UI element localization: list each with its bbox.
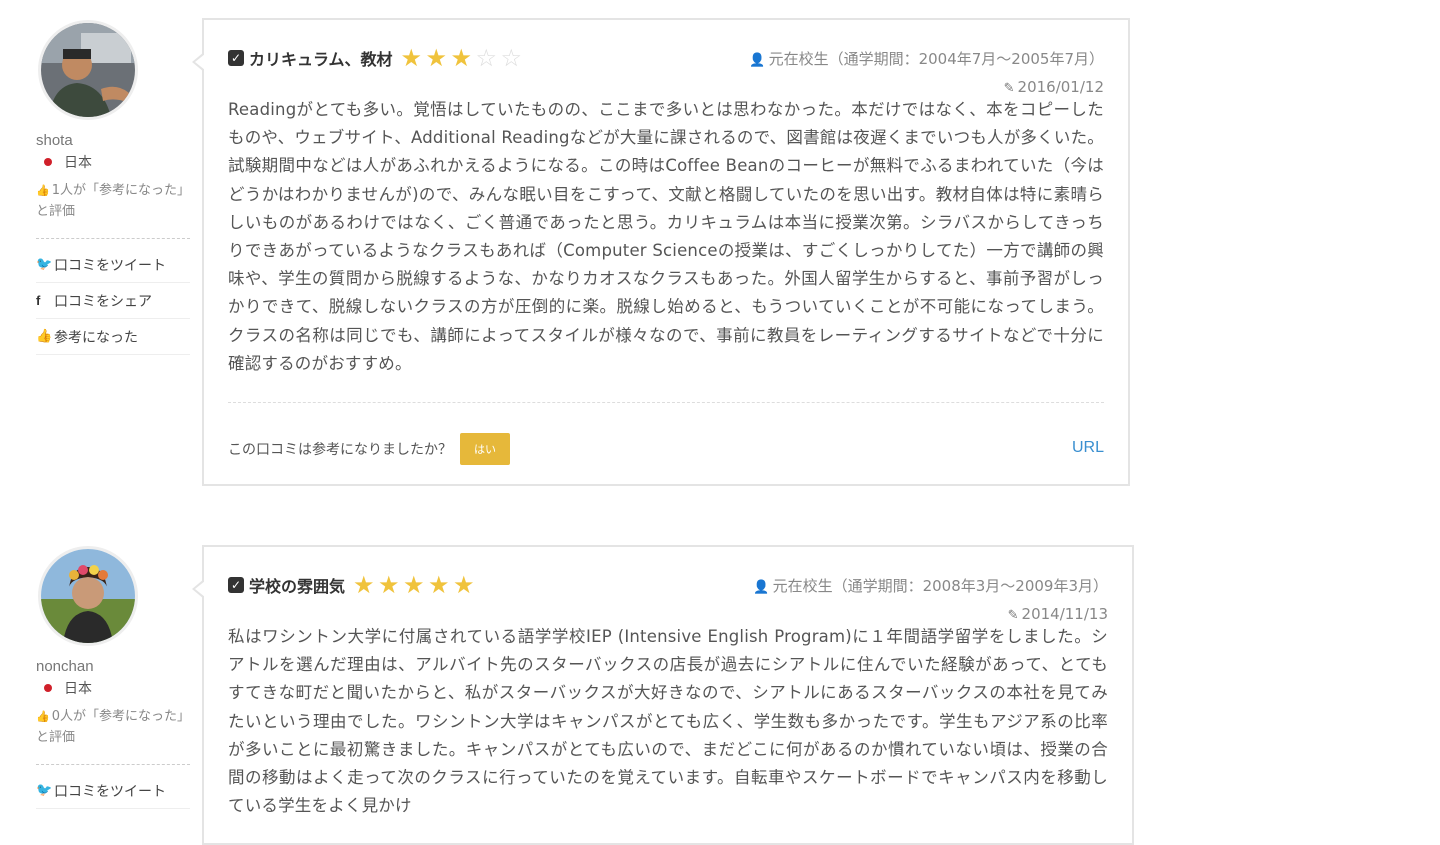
reviewer-info: shota 日本 👍 1人が「参考になった」と評価 🐦 口コミをツイート f 口コ… <box>36 20 190 355</box>
helpful-link[interactable]: 👍 参考になった <box>36 319 190 355</box>
star-rating: ★ ★ ★ ☆ ☆ <box>401 46 526 70</box>
divider <box>36 764 190 765</box>
review-category: ✓ 学校の雰囲気 ★ ★ ★ ★ ★ <box>228 573 478 597</box>
review-date: ✎ 2016/01/12 <box>749 74 1104 102</box>
avatar[interactable] <box>38 20 138 120</box>
star-filled-icon: ★ <box>400 44 423 72</box>
pencil-icon: ✎ <box>1007 608 1019 623</box>
review-footer: この口コミは参考になりましたか？ はい URL <box>228 402 1104 484</box>
star-rating: ★ ★ ★ ★ ★ <box>353 573 478 597</box>
user-icon: 👤 <box>749 53 766 68</box>
japan-flag-icon <box>44 158 52 166</box>
helpful-count-label: 1人が「参考になった」と評価 <box>36 183 190 219</box>
helpful-count: 👍 1人が「参考になった」と評価 <box>36 180 190 222</box>
pencil-icon: ✎ <box>1003 81 1015 96</box>
star-filled-icon: ★ <box>425 44 448 72</box>
country-label: 日本 <box>64 155 92 171</box>
helpful-question: この口コミは参考になりましたか？ はい <box>228 433 510 466</box>
username[interactable]: nonchan <box>36 658 190 675</box>
avatar[interactable] <box>38 546 138 646</box>
helpful-link-label: 参考になった <box>54 329 138 346</box>
star-filled-icon: ★ <box>428 571 450 599</box>
star-filled-icon: ★ <box>450 44 473 72</box>
country-label: 日本 <box>64 681 92 697</box>
star-filled-icon: ★ <box>453 571 475 599</box>
star-filled-icon: ★ <box>378 571 400 599</box>
review-header: ✓ カリキュラム、教材 ★ ★ ★ ☆ ☆ 👤 元在校生（通学期間：2004年7月〜200… <box>228 20 1104 96</box>
star-filled-icon: ★ <box>403 571 425 599</box>
review-body: Readingがとても多い。覚悟はしていたものの、ここまで多いとは思わなかった。… <box>228 100 1104 373</box>
status-label: 元在校生（通学期間：2004年7月〜2005年7月） <box>768 50 1104 68</box>
tweet-review-label: 口コミをツイート <box>54 783 166 800</box>
reviewer-status: 👤 元在校生（通学期間：2004年7月〜2005年7月） <box>749 46 1104 74</box>
japan-flag-icon <box>44 684 52 692</box>
thumbs-up-icon: 👍 <box>36 184 50 197</box>
date-label: 2016/01/12 <box>1017 78 1104 96</box>
tweet-review-label: 口コミをツイート <box>54 257 166 274</box>
category-label: 学校の雰囲気 <box>249 577 346 596</box>
star-filled-icon: ★ <box>353 571 375 599</box>
share-review-label: 口コミをシェア <box>54 293 152 310</box>
review-date: ✎ 2014/11/13 <box>753 601 1108 629</box>
twitter-icon: 🐦 <box>36 783 53 798</box>
country: 日本 <box>36 678 190 698</box>
reviewer-info: nonchan 日本 👍 0人が「参考になった」と評価 🐦 口コミをツイート <box>36 546 190 809</box>
review-category: ✓ カリキュラム、教材 ★ ★ ★ ☆ ☆ <box>228 46 526 70</box>
facebook-icon: f <box>36 293 41 308</box>
thumbs-up-icon: 👍 <box>36 329 53 344</box>
helpful-question-label: この口コミは参考になりましたか？ <box>228 442 452 459</box>
review-card: ✓ カリキュラム、教材 ★ ★ ★ ☆ ☆ 👤 元在校生（通学期間：2004年7月〜200… <box>192 18 1130 487</box>
review-header: ✓ 学校の雰囲気 ★ ★ ★ ★ ★ 👤 元在校生（通学期間：2008年3月〜2009年3… <box>228 547 1108 623</box>
url-link[interactable]: URL <box>1072 439 1104 457</box>
thumbs-up-icon: 👍 <box>36 710 50 723</box>
star-empty-icon: ☆ <box>500 44 523 72</box>
review-card: ✓ 学校の雰囲気 ★ ★ ★ ★ ★ 👤 元在校生（通学期間：2008年3月〜2009年3… <box>192 545 1134 845</box>
review-meta: 👤 元在校生（通学期間：2004年7月〜2005年7月） ✎ 2016/01/12 <box>749 46 1104 102</box>
review-body: 私はワシントン大学に付属されている語学学校IEP (Intensive Engl… <box>228 627 1108 816</box>
reviewer-status: 👤 元在校生（通学期間：2008年3月〜2009年3月） <box>753 573 1108 601</box>
country: 日本 <box>36 152 190 172</box>
twitter-icon: 🐦 <box>36 257 53 272</box>
divider <box>36 238 190 239</box>
status-label: 元在校生（通学期間：2008年3月〜2009年3月） <box>772 577 1108 595</box>
tweet-review-link[interactable]: 🐦 口コミをツイート <box>36 773 190 809</box>
yes-button[interactable]: はい <box>460 433 510 466</box>
tweet-review-link[interactable]: 🐦 口コミをツイート <box>36 247 190 283</box>
helpful-count-label: 0人が「参考になった」と評価 <box>36 709 190 745</box>
username[interactable]: shota <box>36 132 190 149</box>
checkbox-icon: ✓ <box>228 50 244 66</box>
review-meta: 👤 元在校生（通学期間：2008年3月〜2009年3月） ✎ 2014/11/13 <box>753 573 1108 629</box>
star-empty-icon: ☆ <box>475 44 498 72</box>
share-review-link[interactable]: f 口コミをシェア <box>36 283 190 319</box>
helpful-count: 👍 0人が「参考になった」と評価 <box>36 706 190 748</box>
category-label: カリキュラム、教材 <box>249 50 393 69</box>
user-icon: 👤 <box>753 580 770 595</box>
checkbox-icon: ✓ <box>228 577 244 593</box>
date-label: 2014/11/13 <box>1021 605 1108 623</box>
